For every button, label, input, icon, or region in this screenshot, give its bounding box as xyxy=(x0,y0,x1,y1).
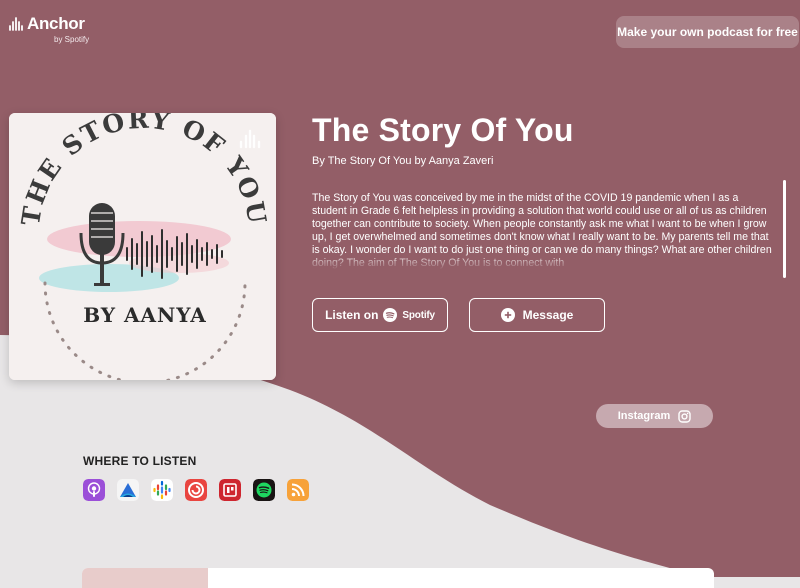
plus-circle-icon xyxy=(500,308,515,322)
where-to-listen-heading: WHERE TO LISTEN xyxy=(83,454,197,468)
podcast-author: By The Story Of You by Aanya Zaveri xyxy=(312,155,494,167)
description-scrollbar[interactable] xyxy=(783,180,786,278)
rss-icon[interactable] xyxy=(287,479,309,501)
podcast-title: The Story Of You xyxy=(312,112,574,148)
radiopublic-icon[interactable] xyxy=(219,479,241,501)
castbox-icon[interactable] xyxy=(117,479,139,501)
episode-card-thumbnail xyxy=(82,568,208,588)
top-bar: Anchor by Spotify Make your own podcast … xyxy=(0,0,800,60)
anchor-logo[interactable]: Anchor by Spotify xyxy=(8,14,89,44)
message-label: Message xyxy=(522,308,574,322)
logo-subtitle: by Spotify xyxy=(54,35,90,44)
make-podcast-button[interactable]: Make your own podcast for free xyxy=(616,16,799,48)
spotify-icon xyxy=(383,308,398,322)
logo-text: Anchor xyxy=(27,14,85,33)
podcast-cover-art: THE STORY OF YOU BY AANYA xyxy=(9,113,276,380)
anchor-watermark-icon xyxy=(239,129,261,149)
spotify-wordmark: Spotify xyxy=(402,309,435,321)
cover-byline-text: BY AANYA xyxy=(83,303,207,327)
pocket-casts-icon[interactable] xyxy=(185,479,207,501)
instagram-button[interactable]: Instagram xyxy=(596,404,713,428)
listen-prefix: Listen on xyxy=(325,308,379,322)
apple-podcasts-icon[interactable] xyxy=(83,479,105,501)
podcast-description: The Story of You was conceived by me in … xyxy=(312,192,772,269)
instagram-icon xyxy=(678,409,691,423)
google-podcasts-icon[interactable] xyxy=(151,479,173,501)
episode-card xyxy=(82,568,714,588)
message-button[interactable]: Message xyxy=(469,298,605,332)
listening-platforms xyxy=(83,479,309,501)
spotify-icon[interactable] xyxy=(253,479,275,501)
instagram-label: Instagram xyxy=(617,410,671,422)
listen-on-spotify-button[interactable]: Listen on Spotify xyxy=(312,298,448,332)
anchor-wave-icon xyxy=(9,17,23,31)
cover-illustration: THE STORY OF YOU BY AANYA xyxy=(9,113,276,380)
